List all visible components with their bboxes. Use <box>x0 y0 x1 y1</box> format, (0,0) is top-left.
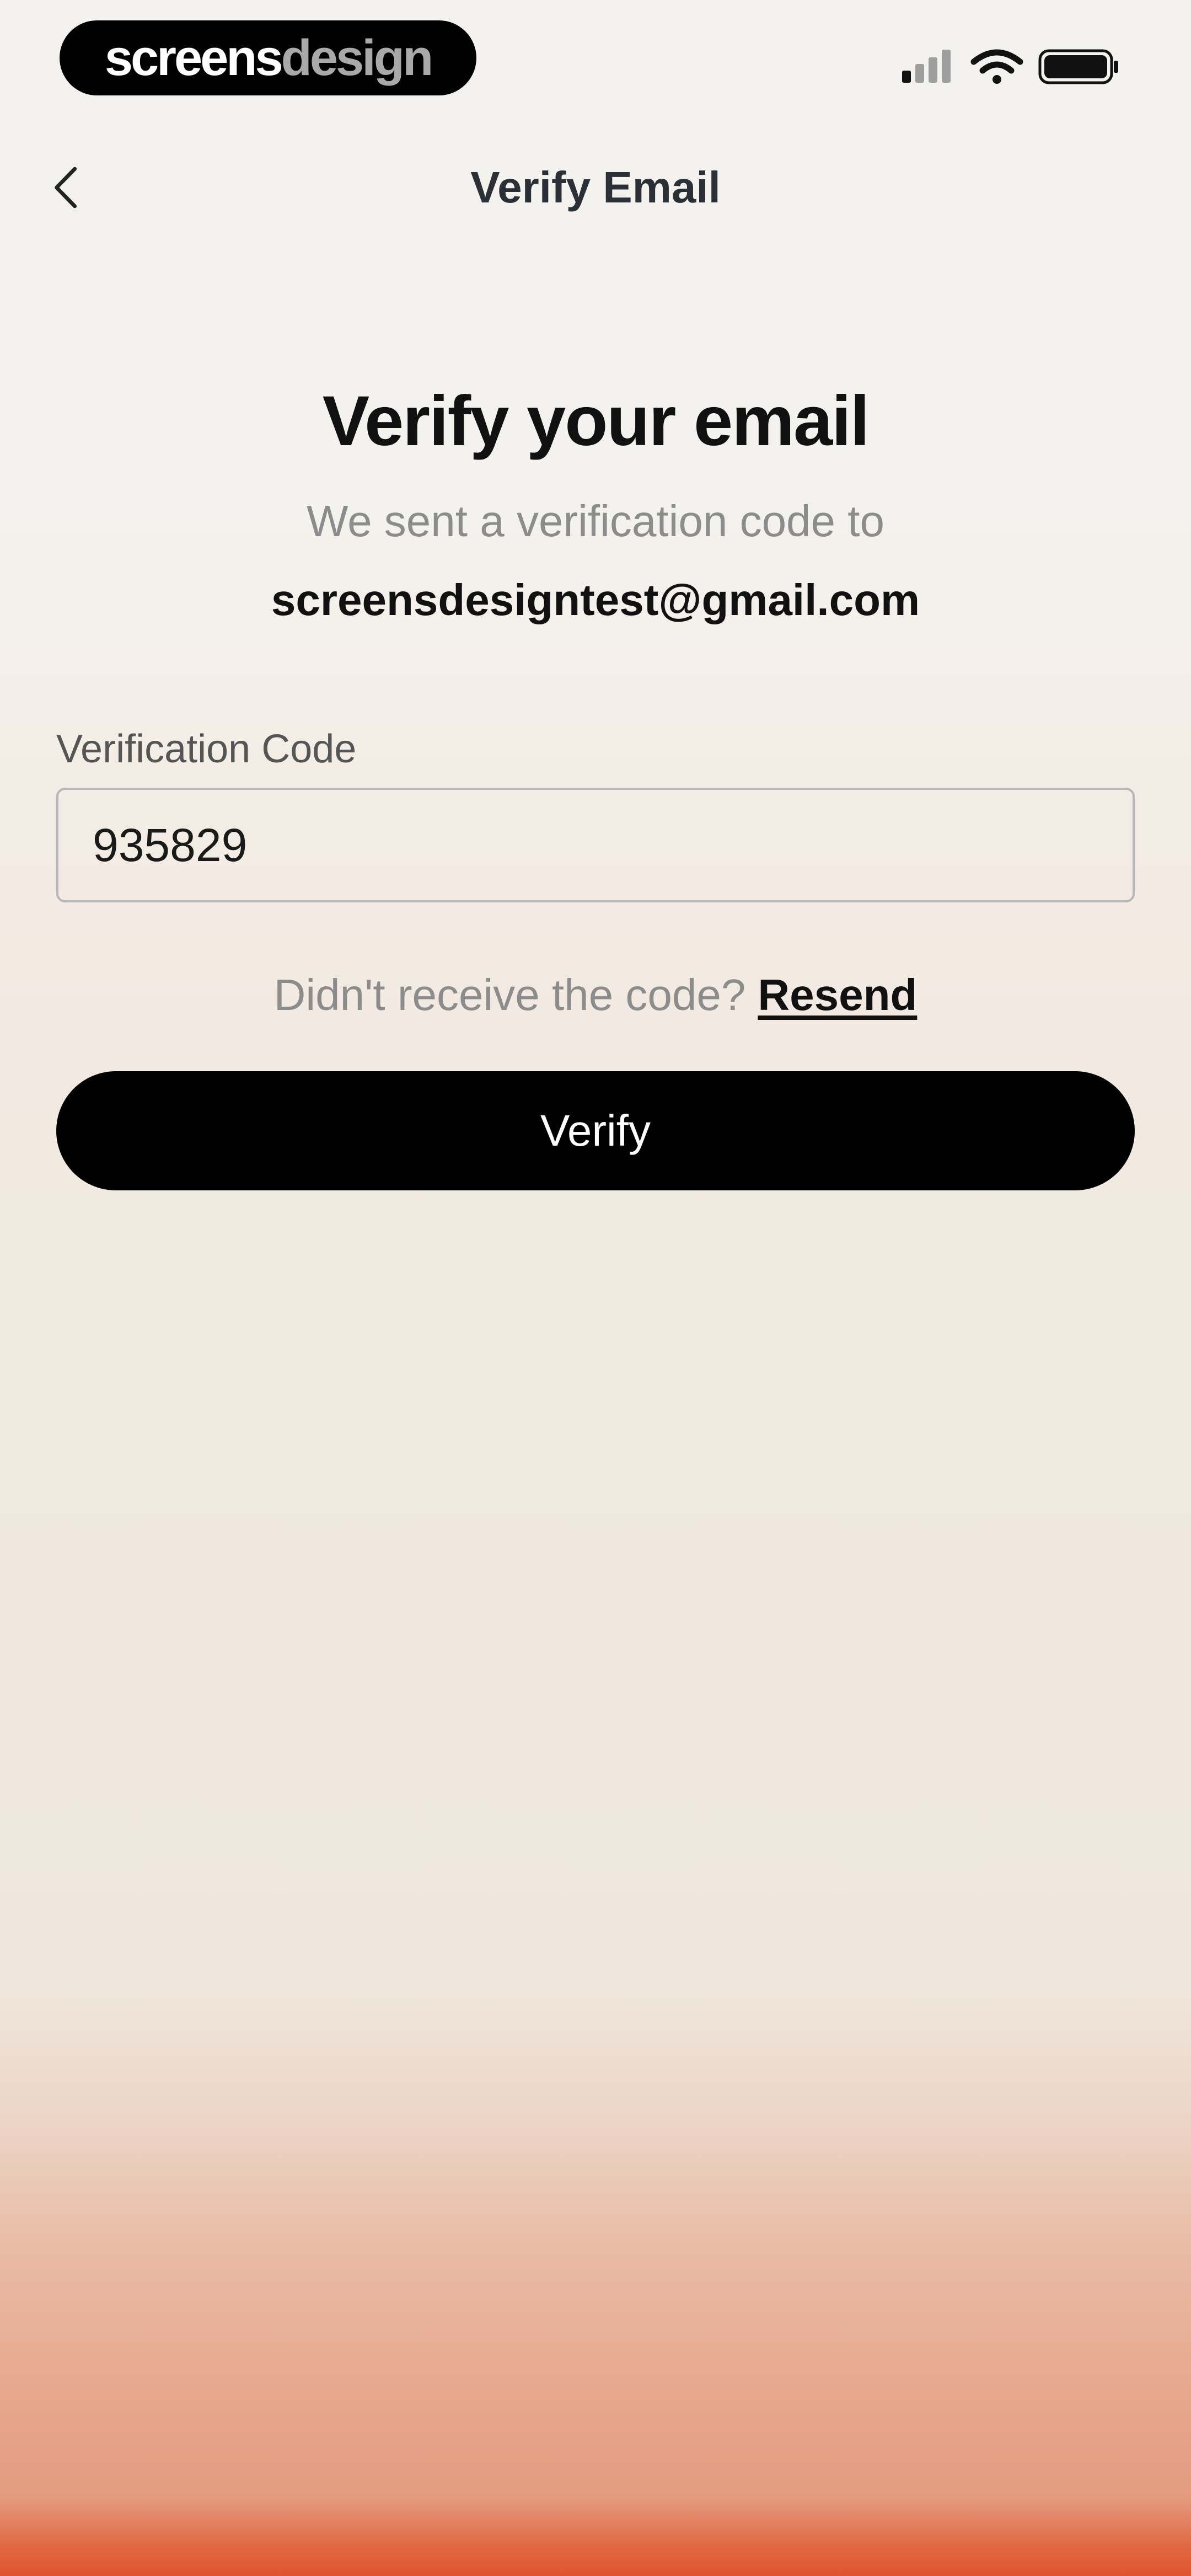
recipient-email: screensdesigntest@gmail.com <box>271 575 920 624</box>
nav-title: Verify Email <box>470 163 721 212</box>
wifi-icon <box>970 49 1023 84</box>
resend-row: Didn't receive the code? Resend <box>0 973 1191 1017</box>
brand-logo-text-primary: screens <box>104 30 283 86</box>
brand-logo-text-secondary: design <box>281 30 433 86</box>
verification-code-input[interactable] <box>56 788 1135 902</box>
resend-prompt: Didn't receive the code? <box>273 970 746 1019</box>
verification-code-label: Verification Code <box>56 727 357 771</box>
page-title: Verify your email <box>322 382 870 461</box>
battery-icon <box>1038 49 1118 84</box>
verify-email-screen: screens design Verify Email Verify your e… <box>0 0 1191 2576</box>
verify-button[interactable]: Verify <box>56 1071 1135 1190</box>
brand-logo-badge: screens design <box>60 20 476 95</box>
instruction-text: We sent a verification code to <box>307 496 884 546</box>
status-bar-icons <box>902 49 1118 84</box>
resend-link[interactable]: Resend <box>758 970 917 1019</box>
cellular-signal-icon <box>902 50 951 83</box>
